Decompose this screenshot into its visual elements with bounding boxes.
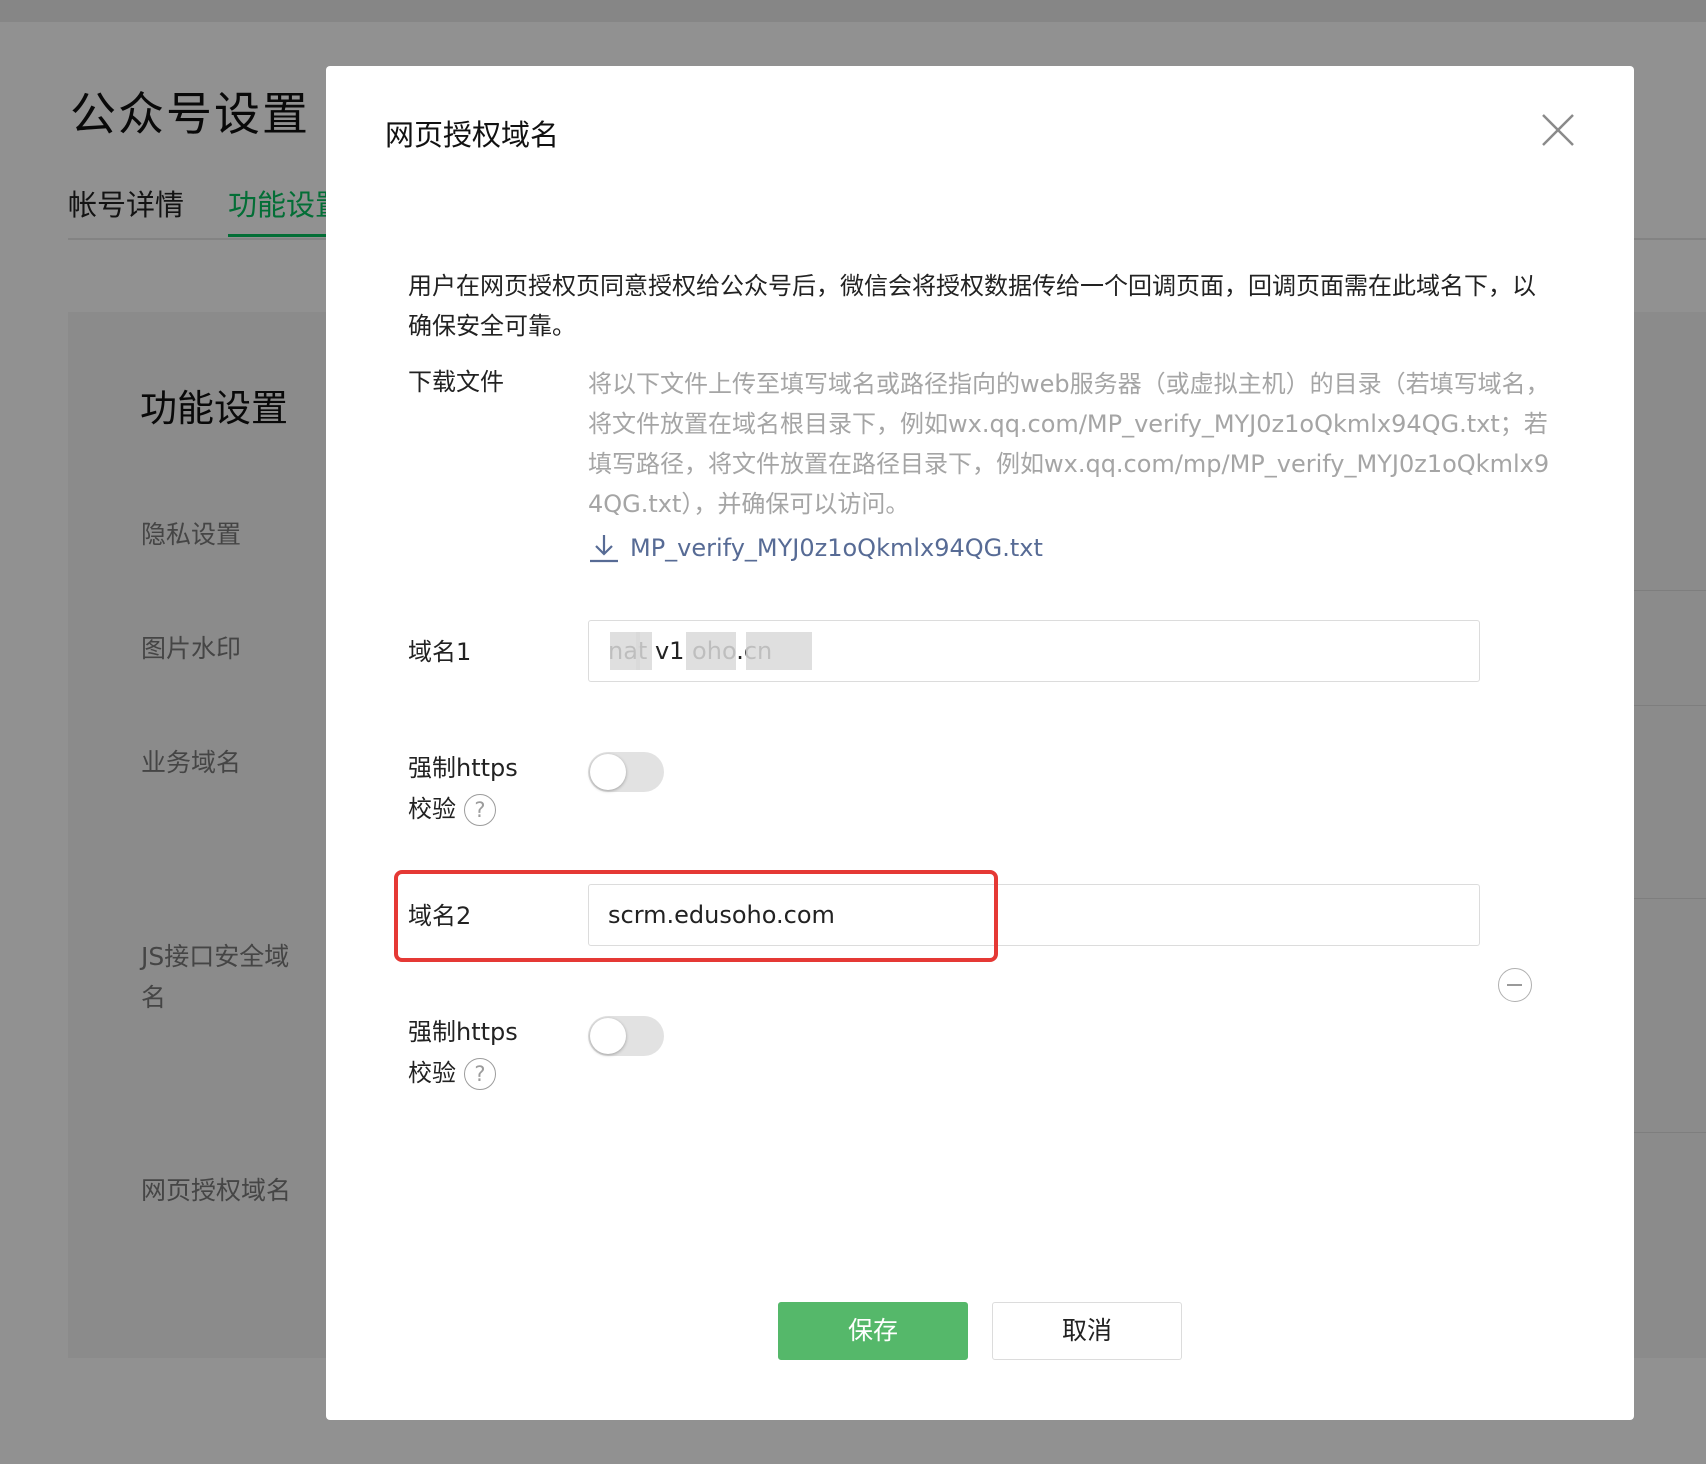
download-instructions: 将以下文件上传至填写域名或路径指向的web服务器（或虚拟主机）的目录（若填写域名… [588, 370, 1550, 518]
domain2-label: 域名2 [408, 902, 472, 930]
redaction-blur [746, 632, 812, 670]
dialog-description: 用户在网页授权页同意授权给公众号后，微信会将授权数据传给一个回调页面，回调页面需… [408, 272, 1536, 340]
verify-text: 校验 [408, 795, 456, 823]
close-button[interactable] [1538, 110, 1578, 150]
force-https-toggle-1[interactable] [588, 752, 664, 792]
redaction-blur [636, 632, 652, 670]
force-https-label-1: 强制https 校验? [408, 748, 518, 830]
toggle-knob [590, 754, 626, 790]
verify-text: 校验 [408, 1059, 456, 1087]
close-icon [1542, 114, 1574, 146]
cancel-button[interactable]: 取消 [992, 1302, 1182, 1360]
remove-domain-button[interactable] [1498, 968, 1532, 1002]
save-button[interactable]: 保存 [778, 1302, 968, 1360]
force-https-text: 强制https [408, 754, 518, 782]
domain2-input[interactable]: scrm.edusoho.com [588, 884, 1480, 946]
force-https-toggle-2[interactable] [588, 1016, 664, 1056]
download-file-label: 下载文件 [408, 368, 504, 396]
toggle-knob [590, 1018, 626, 1054]
redaction-blur [686, 632, 736, 670]
domain1-label: 域名1 [408, 638, 472, 666]
force-https-label-2: 强制https 校验? [408, 1012, 518, 1094]
verify-text-row: 校验? [408, 1053, 518, 1094]
dialog-title: 网页授权域名 [385, 118, 560, 152]
help-icon[interactable]: ? [464, 794, 496, 826]
force-https-text: 强制https [408, 1018, 518, 1046]
download-file-name: MP_verify_MYJ0z1oQkmlx94QG.txt [630, 534, 1043, 562]
verify-text-row: 校验? [408, 789, 518, 830]
download-file-link[interactable]: MP_verify_MYJ0z1oQkmlx94QG.txt [588, 526, 1043, 570]
oauth-domain-dialog: 网页授权域名 用户在网页授权页同意授权给公众号后，微信会将授权数据传给一个回调页… [326, 66, 1634, 1420]
download-icon [590, 535, 618, 563]
help-icon[interactable]: ? [464, 1058, 496, 1090]
